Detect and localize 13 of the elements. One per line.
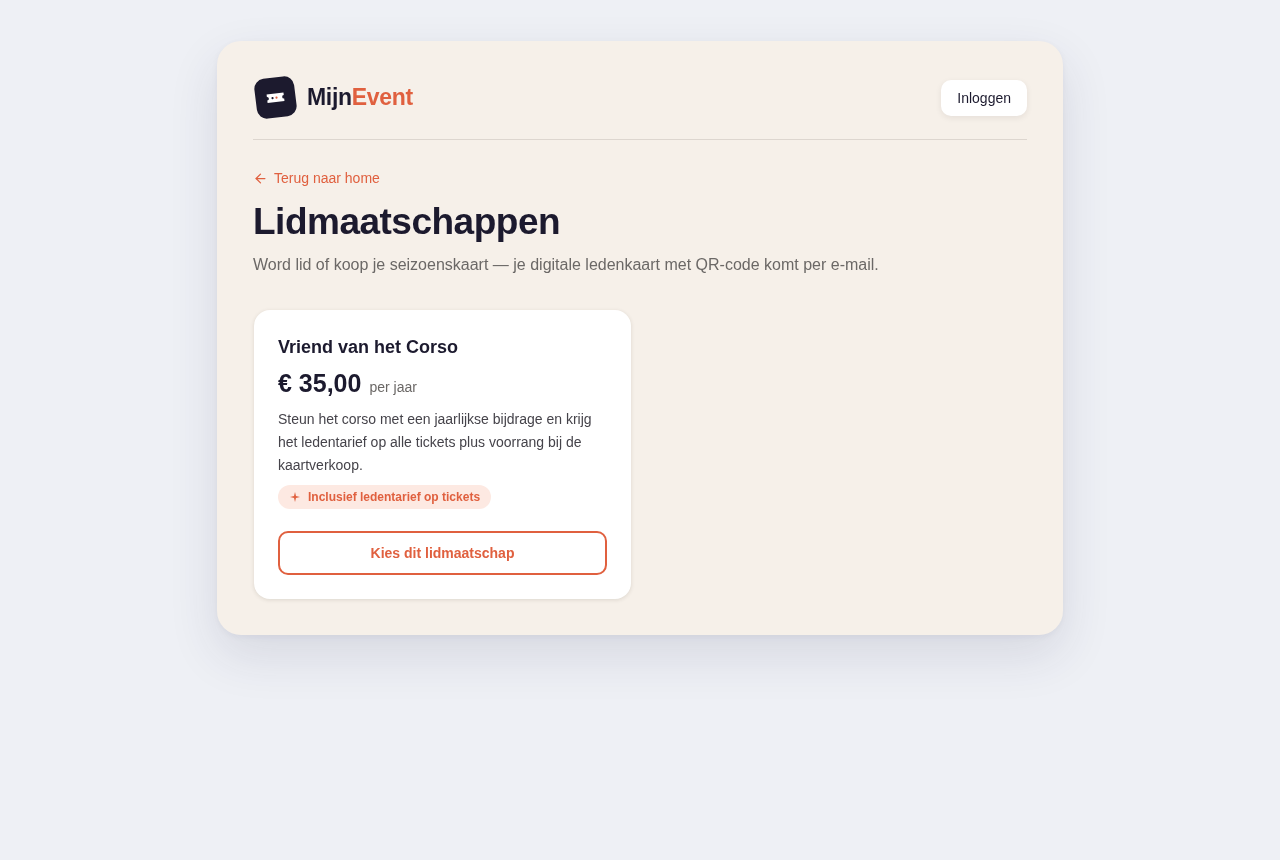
- sparkle-icon: [290, 491, 300, 502]
- plan-description: Steun het corso met een jaarlijkse bijdrage en krijg het ledentarief op alle tickets plus voorrang bij de kaartverkoop.: [278, 409, 593, 475]
- page-subtitle: Word lid of koop je seizoenskaart — je digitale ledenkaart met QR-code komt per e-mail.: [253, 254, 880, 275]
- choose-plan-button[interactable]: Kies dit lidmaatschap: [278, 530, 607, 575]
- back-link[interactable]: Terug naar home: [253, 170, 380, 186]
- price-period: per jaar: [369, 378, 417, 395]
- badge-text: Inclusief ledentarief op tickets: [308, 489, 481, 504]
- plan-name: Vriend van het Corso: [278, 335, 459, 359]
- brand-name: MijnEvent: [307, 84, 413, 111]
- plan-price: € 35,00: [278, 368, 362, 398]
- login-button[interactable]: Inloggen: [941, 79, 1027, 116]
- ticket-logo-icon: [253, 75, 298, 120]
- page-title: Lidmaatschappen: [253, 199, 562, 244]
